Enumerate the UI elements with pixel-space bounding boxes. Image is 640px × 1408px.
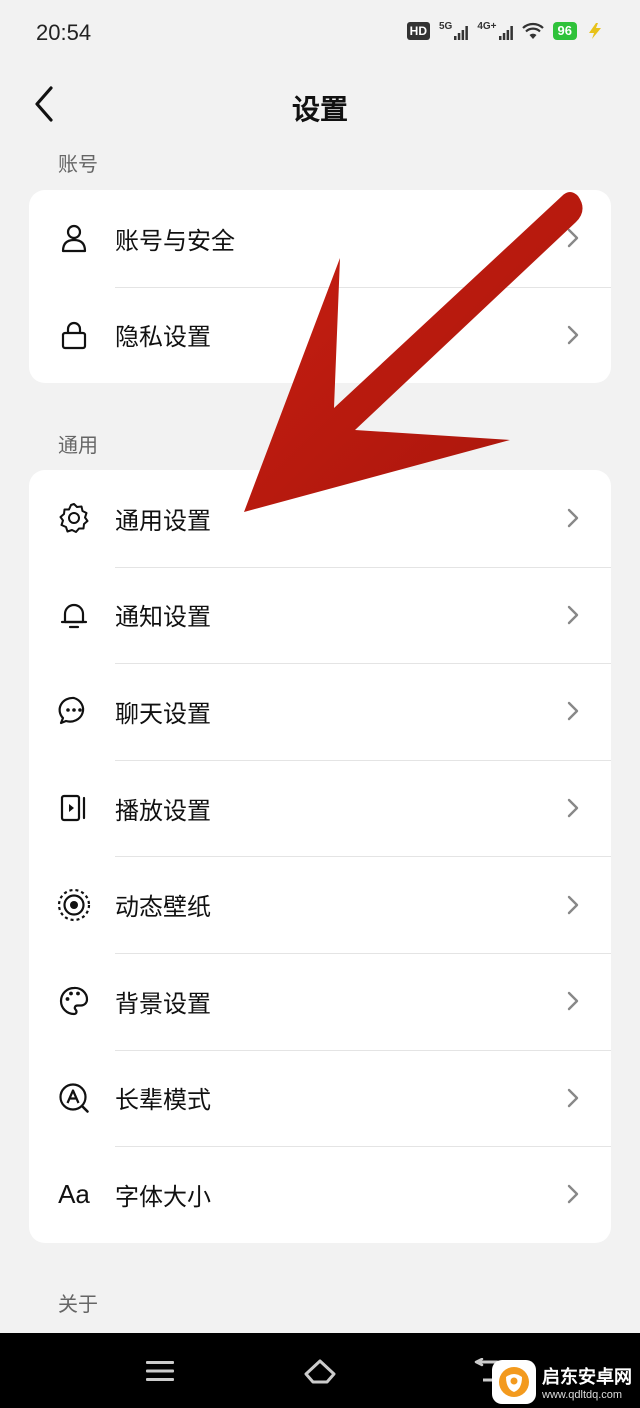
row-label: 背景设置 bbox=[115, 989, 211, 1018]
chevron-right-icon bbox=[567, 509, 579, 528]
status-icons: HD 5G 4G+ 96 bbox=[406, 22, 604, 40]
row-label: 通用设置 bbox=[115, 506, 211, 535]
wifi-icon bbox=[521, 22, 544, 39]
menu-icon bbox=[146, 1361, 174, 1381]
chat-bubble-icon bbox=[57, 694, 91, 728]
status-bar: 20:54 HD 5G 4G+ 96 bbox=[0, 0, 640, 70]
row-label: 动态壁纸 bbox=[115, 893, 211, 922]
row-label: 账号与安全 bbox=[115, 226, 235, 255]
settings-row-general[interactable]: 通用设置 bbox=[29, 470, 611, 567]
signal-5g-icon: 5G bbox=[439, 22, 469, 40]
settings-row-font-size[interactable]: Aa 字体大小 bbox=[29, 1146, 611, 1243]
palette-icon bbox=[57, 984, 91, 1018]
section-title-about: 关于 bbox=[58, 1292, 98, 1316]
row-label: 字体大小 bbox=[115, 1182, 211, 1211]
row-label: 播放设置 bbox=[115, 796, 211, 825]
header: 设置 bbox=[0, 70, 640, 142]
gear-icon bbox=[57, 501, 91, 535]
watermark-url: www.qdltdq.com bbox=[542, 1389, 623, 1401]
settings-row-elder-mode[interactable]: 长辈模式 bbox=[29, 1049, 611, 1147]
section-title-general: 通用 bbox=[58, 433, 98, 457]
battery-indicator: 96 bbox=[552, 22, 577, 40]
watermark-name: 启东安卓网 bbox=[542, 1367, 632, 1388]
target-rings-icon bbox=[57, 888, 91, 922]
signal-4g-icon: 4G+ bbox=[477, 22, 513, 40]
elder-mode-icon bbox=[57, 1081, 91, 1115]
settings-row-chat[interactable]: 聊天设置 bbox=[29, 663, 611, 760]
bell-icon bbox=[57, 598, 91, 632]
home-button[interactable] bbox=[300, 1351, 340, 1391]
settings-row-privacy[interactable]: 隐私设置 bbox=[29, 286, 611, 384]
settings-row-playback[interactable]: 播放设置 bbox=[29, 759, 611, 857]
lock-icon bbox=[57, 318, 91, 352]
menu-button[interactable] bbox=[140, 1351, 180, 1391]
font-size-icon: Aa bbox=[57, 1177, 91, 1211]
row-label: 隐私设置 bbox=[115, 323, 211, 352]
settings-row-notification[interactable]: 通知设置 bbox=[29, 566, 611, 664]
status-time: 20:54 bbox=[36, 20, 92, 45]
chevron-right-icon bbox=[567, 895, 579, 914]
chevron-right-icon bbox=[567, 798, 579, 818]
row-label: 长辈模式 bbox=[115, 1086, 211, 1115]
chevron-right-icon bbox=[567, 1088, 579, 1108]
chevron-right-icon bbox=[567, 325, 579, 345]
general-card: 通用设置 通知设置 聊天设置 播放设置 动态壁纸 背景设置 长辈模式 Aa 字体… bbox=[29, 470, 611, 1243]
settings-row-live-wallpaper[interactable]: 动态壁纸 bbox=[29, 856, 611, 953]
page-title: 设置 bbox=[291, 93, 348, 126]
row-label: 聊天设置 bbox=[115, 699, 211, 728]
account-card: 账号与安全 隐私设置 bbox=[29, 190, 611, 384]
play-panel-icon bbox=[57, 791, 91, 825]
font-size-glyph: Aa bbox=[58, 1178, 90, 1209]
row-label: 通知设置 bbox=[115, 603, 211, 632]
settings-row-account-security[interactable]: 账号与安全 bbox=[29, 190, 611, 287]
home-icon bbox=[304, 1359, 336, 1384]
chevron-right-icon bbox=[567, 702, 579, 721]
watermark-logo-icon bbox=[492, 1360, 536, 1404]
system-nav-bar: 启东安卓网 www.qdltdq.com bbox=[0, 1333, 640, 1408]
chevron-right-icon bbox=[567, 605, 579, 625]
user-icon bbox=[57, 221, 91, 255]
chevron-right-icon bbox=[567, 1185, 579, 1204]
settings-row-background[interactable]: 背景设置 bbox=[29, 952, 611, 1050]
hd-indicator: HD bbox=[406, 22, 430, 40]
chevron-right-icon bbox=[567, 229, 579, 248]
section-title-account: 账号 bbox=[58, 152, 98, 176]
charging-icon bbox=[589, 23, 601, 39]
watermark: 启东安卓网 www.qdltdq.com bbox=[492, 1360, 632, 1404]
chevron-right-icon bbox=[567, 992, 579, 1011]
